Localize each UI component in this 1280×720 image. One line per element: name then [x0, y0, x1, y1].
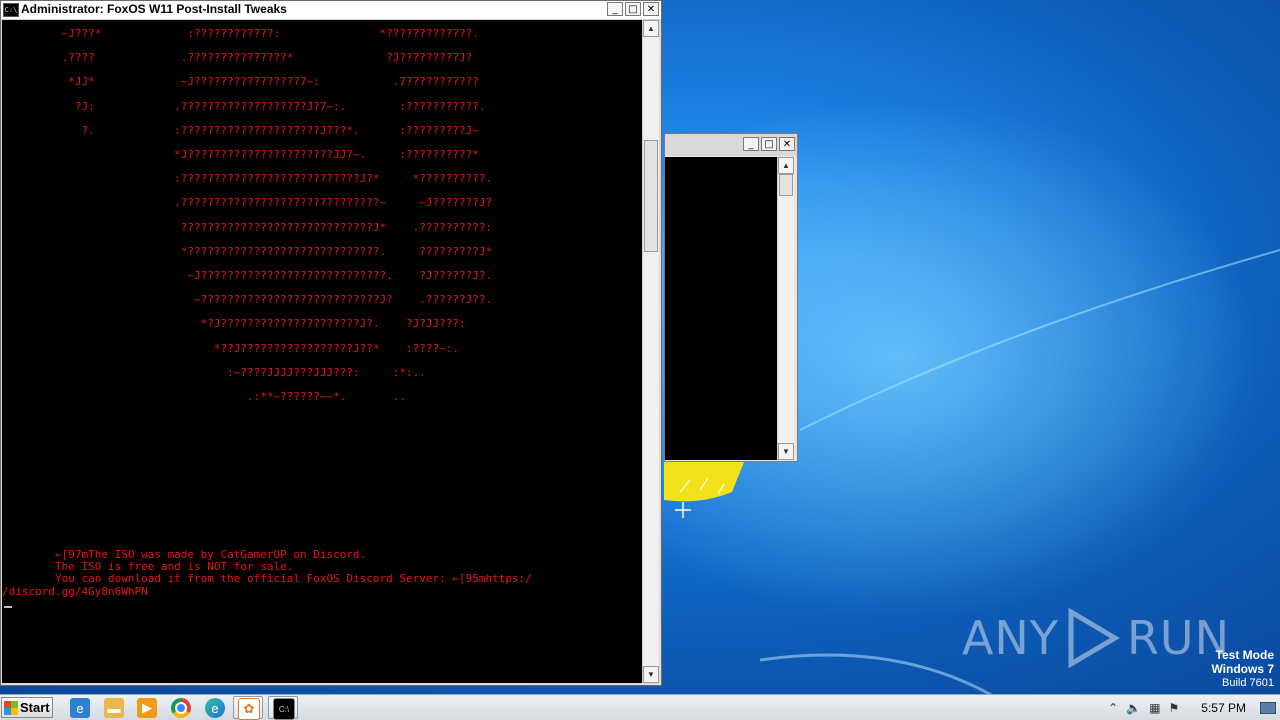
maximize-button[interactable]: □ — [625, 2, 641, 16]
anyrun-watermark: ANY RUN — [962, 608, 1230, 668]
console-line: .???? .???????????????* ?J?????????J? — [2, 51, 473, 65]
background-window-titlebar[interactable]: _ □ ✕ — [665, 134, 797, 156]
windows-version-label: Windows 7 — [1211, 662, 1274, 676]
console-line: *?J?????????????????????J?. ?J?JJ???: — [2, 317, 466, 331]
console-titlebar[interactable]: C:\ Administrator: FoxOS W11 Post-Instal… — [1, 1, 661, 20]
watermark-brand-left: ANY — [961, 611, 1059, 665]
media-player-icon[interactable]: ▶ — [137, 698, 157, 718]
scroll-thumb[interactable] — [644, 140, 658, 252]
show-hidden-icons-icon[interactable]: ⌃ — [1108, 701, 1118, 715]
maximize-button[interactable]: □ — [761, 137, 777, 151]
windows-logo-icon — [4, 700, 18, 715]
start-label: Start — [20, 700, 50, 715]
file-explorer-icon[interactable]: ▬ — [104, 698, 124, 718]
console-line: .??????????????????????????????~ ~J?????… — [2, 196, 493, 210]
taskbar: Start e ▬ ▶ e ✿ C:\ ⌃ 🔈 ▦ ⚑ 5:57 PM — [0, 694, 1280, 720]
console-line: *JJ* ~J????????????????7~: .7??????????? — [2, 75, 479, 89]
fox-app-icon: ✿ — [238, 698, 260, 720]
console-line: ?. :?????????????????????J???*. :???????… — [2, 123, 479, 137]
console-line: ?J: .???????????????????J?7~:. :????????… — [2, 99, 486, 113]
start-button[interactable]: Start — [1, 697, 53, 718]
scroll-down-arrow-icon[interactable]: ▼ — [643, 666, 659, 683]
scroll-down-arrow-icon[interactable]: ▼ — [778, 443, 794, 460]
cmd-taskbar-button[interactable]: C:\ — [268, 696, 298, 720]
network-icon[interactable]: ▦ — [1149, 701, 1160, 715]
foxos-taskbar-button[interactable]: ✿ — [233, 696, 263, 720]
action-center-flag-icon[interactable]: ⚑ — [1169, 701, 1180, 715]
command-prompt-icon: C:\ — [273, 698, 295, 720]
console-line: ~J????????????????????????????. ?J??????… — [2, 269, 493, 283]
console-line: ~J???* :????????????: *?????????????. — [2, 27, 479, 40]
console-line: :~????JJJJ???JJJ???: :*:.. — [2, 365, 426, 379]
background-vertical-scrollbar[interactable]: ▲ ▼ — [777, 157, 794, 460]
build-number-label: Build 7601 — [1222, 677, 1274, 689]
volume-icon[interactable]: 🔈 — [1126, 701, 1141, 715]
test-mode-info: Test Mode Windows 7 Build 7601 — [1211, 648, 1274, 690]
play-logo-icon — [1068, 608, 1120, 668]
text-cursor — [4, 606, 12, 608]
console-line: .:**~??????~~*. .. — [2, 390, 406, 404]
scroll-thumb[interactable] — [779, 174, 793, 196]
cmd-app-icon: C:\ — [3, 3, 19, 17]
console-output[interactable]: ~J???* :????????????: *?????????????. .?… — [2, 20, 642, 683]
console-vertical-scrollbar[interactable]: ▲ ▼ — [642, 20, 659, 683]
scroll-up-arrow-icon[interactable]: ▲ — [778, 157, 794, 174]
console-window[interactable]: C:\ Administrator: FoxOS W11 Post-Instal… — [0, 0, 662, 686]
show-desktop-icon[interactable] — [1260, 701, 1276, 714]
console-line: /discord.gg/4Gy8n6WhPN — [2, 584, 148, 598]
background-console-output — [665, 157, 779, 460]
console-line: ~???????????????????????????J? .??????J?… — [2, 293, 493, 307]
clock[interactable]: 5:57 PM — [1201, 701, 1246, 715]
console-message: ←[97mThe ISO was made by CatGamerOP on D… — [2, 548, 532, 598]
scroll-up-arrow-icon[interactable]: ▲ — [643, 20, 659, 37]
internet-explorer-icon[interactable]: e — [70, 698, 90, 718]
close-button[interactable]: ✕ — [643, 2, 659, 16]
window-title: Administrator: FoxOS W11 Post-Install Tw… — [21, 2, 287, 16]
system-tray: ⌃ 🔈 ▦ ⚑ 5:57 PM — [1104, 695, 1280, 720]
edge-icon[interactable]: e — [205, 698, 225, 718]
ascii-art: ~J???* :????????????: *?????????????. .?… — [2, 22, 492, 409]
minimize-button[interactable]: _ — [607, 2, 623, 16]
chrome-icon[interactable] — [171, 698, 191, 718]
console-line: *??J?????????????????J??* :????~:. — [2, 341, 459, 355]
console-line: You can download it from the official Fo… — [2, 572, 532, 586]
console-line: :???????????????????????????J?* *???????… — [2, 172, 493, 186]
minimize-button[interactable]: _ — [743, 137, 759, 151]
console-line: ?????????????????????????????J* .???????… — [2, 220, 493, 234]
test-mode-label: Test Mode — [1215, 648, 1274, 662]
background-console-window[interactable]: _ □ ✕ ▲ ▼ — [664, 133, 798, 462]
console-line: *?????????????????????????????. ????????… — [2, 244, 493, 258]
console-line: *J??????????????????????JJ?~. :?????????… — [2, 148, 479, 162]
close-button[interactable]: ✕ — [779, 137, 795, 151]
